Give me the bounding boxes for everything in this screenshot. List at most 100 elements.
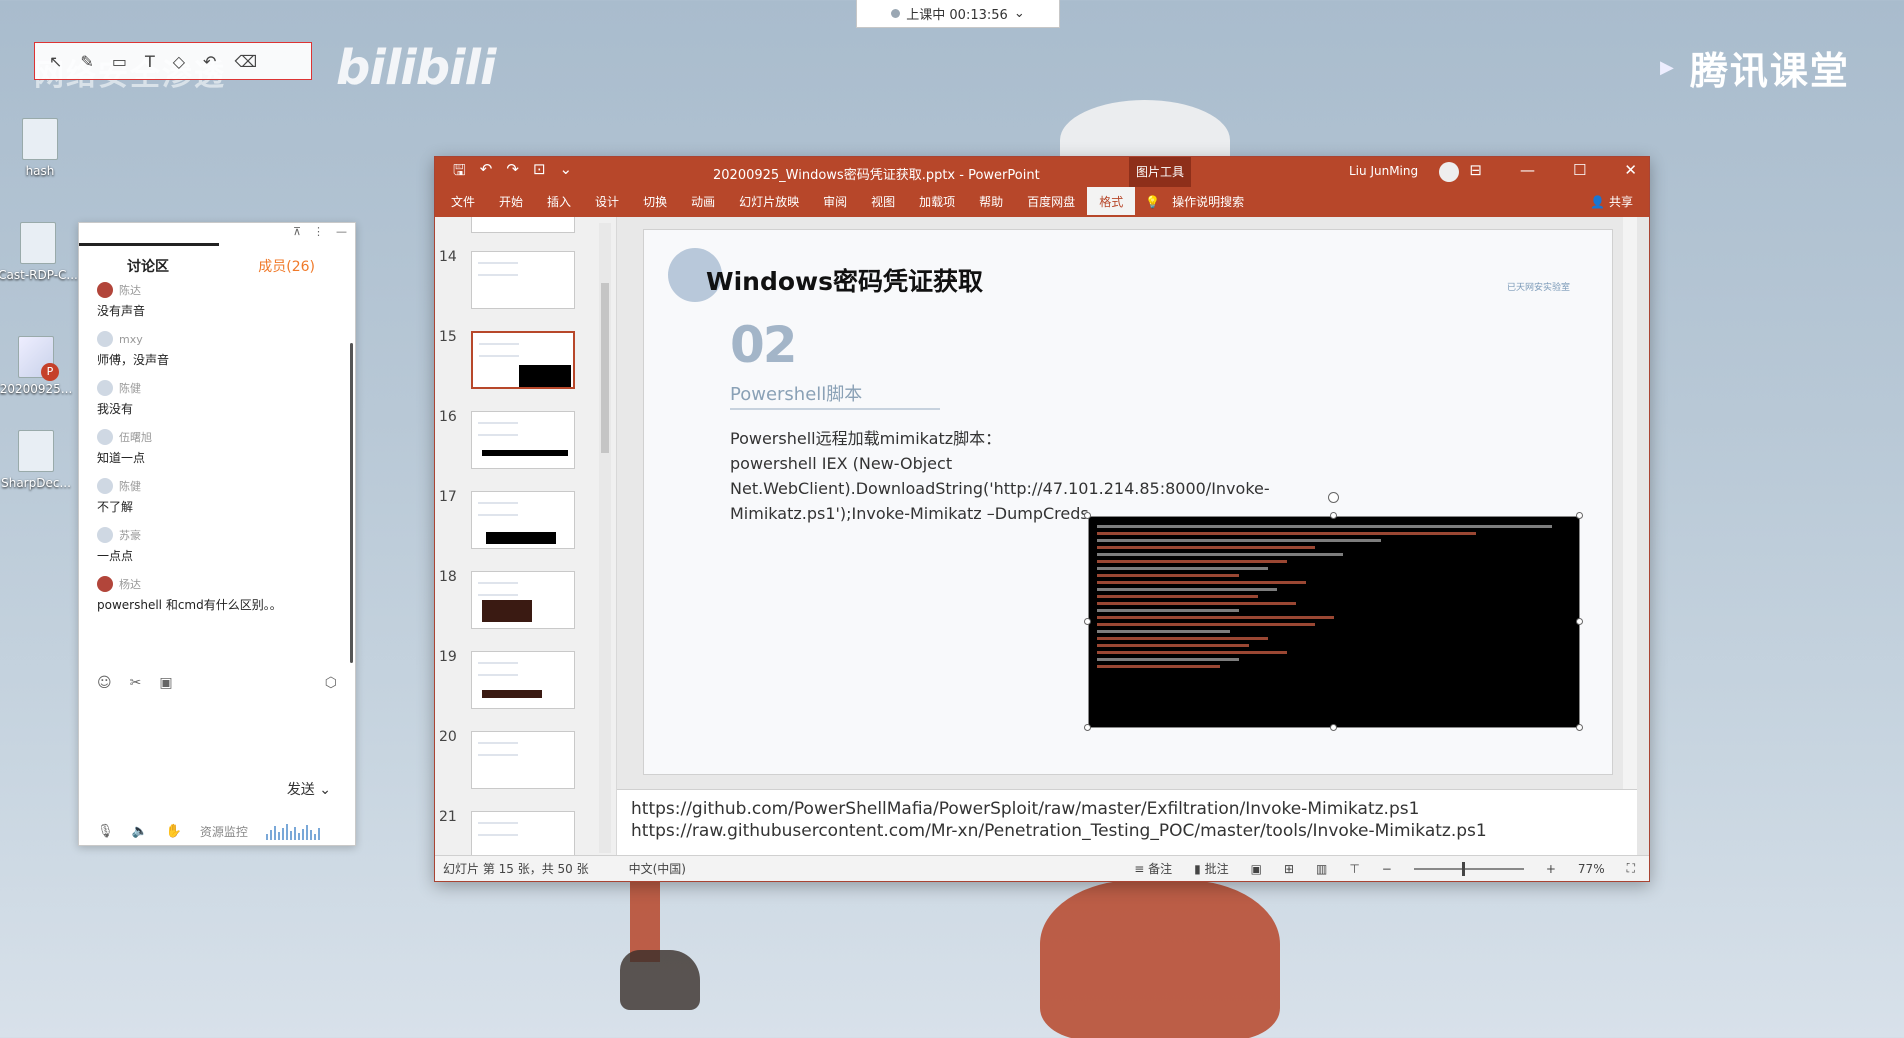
tab-animations[interactable]: 动画 <box>679 187 727 217</box>
maximize-icon[interactable]: ☐ <box>1573 161 1586 179</box>
reading-view-icon[interactable]: ▥ <box>1316 862 1327 876</box>
hand-icon[interactable]: ✋ <box>166 824 182 839</box>
picture-tools-tab[interactable]: 图片工具 <box>1129 157 1191 187</box>
resize-handle[interactable] <box>1576 724 1583 731</box>
slide-thumbnail[interactable]: 20 <box>435 729 605 795</box>
section-number[interactable]: 02 <box>730 316 798 374</box>
tab-slideshow[interactable]: 幻灯片放映 <box>727 187 811 217</box>
slide-thumbnail[interactable]: 21 <box>435 809 605 855</box>
scissors-icon[interactable]: ✂ <box>130 675 142 691</box>
terminal-screenshot-image[interactable] <box>1088 516 1580 728</box>
minimize-icon[interactable]: — <box>1520 161 1535 179</box>
tab-transitions[interactable]: 切换 <box>631 187 679 217</box>
chat-scrollbar[interactable] <box>350 343 353 663</box>
slide-body-text[interactable]: Powershell远程加载mimikatz脚本： powershell IEX… <box>730 426 1490 526</box>
normal-view-icon[interactable]: ▣ <box>1251 862 1262 876</box>
tab-file[interactable]: 文件 <box>439 187 487 217</box>
emoji-icon[interactable]: ☺ <box>97 675 112 691</box>
message-text: 知道一点 <box>97 451 146 465</box>
customize-icon[interactable]: ⌄ <box>560 160 573 185</box>
delete-icon[interactable]: ⌫ <box>234 52 257 71</box>
pen-icon[interactable]: ✎ <box>80 52 93 71</box>
class-timer[interactable]: 上课中 00:13:56 ⌄ <box>856 0 1060 28</box>
slide-sorter-icon[interactable]: ⊞ <box>1284 862 1294 876</box>
avatar[interactable] <box>1439 162 1459 182</box>
resize-handle[interactable] <box>1084 512 1091 519</box>
settings-icon[interactable]: ⬡ <box>325 675 337 691</box>
editor-scrollbar[interactable] <box>1623 217 1637 789</box>
slide-thumbnail-selected[interactable]: 15 <box>435 329 605 395</box>
slide-thumbnail[interactable]: 14 <box>435 249 605 315</box>
rotate-handle[interactable] <box>1328 492 1339 503</box>
image-icon[interactable]: ▣ <box>159 675 172 691</box>
comments-button[interactable]: ▮ 批注 <box>1194 860 1228 877</box>
desktop-icon-rdp[interactable]: Cast-RDP-C... <box>0 222 78 282</box>
tab-view[interactable]: 视图 <box>859 187 907 217</box>
desktop-icon-pptx[interactable]: 20200925... <box>0 336 76 396</box>
slide-thumbnail[interactable] <box>435 217 605 239</box>
tab-discussion[interactable]: 讨论区 <box>127 256 169 276</box>
tab-design[interactable]: 设计 <box>583 187 631 217</box>
chevron-down-icon[interactable]: ⌄ <box>319 782 331 798</box>
tab-home[interactable]: 开始 <box>487 187 535 217</box>
resize-handle[interactable] <box>1330 724 1337 731</box>
slide-thumbnail[interactable]: 17 <box>435 489 605 555</box>
resize-handle[interactable] <box>1576 618 1583 625</box>
save-icon[interactable]: 🖫 <box>453 160 466 185</box>
slide-thumbnail[interactable]: 19 <box>435 649 605 715</box>
speaker-icon[interactable]: 🔈 <box>132 824 148 839</box>
message-item: 陈达 没有声音 <box>97 282 337 319</box>
minimize-icon[interactable]: — <box>336 225 347 241</box>
tab-help[interactable]: 帮助 <box>967 187 1015 217</box>
slide-thumbnail[interactable]: 18 <box>435 569 605 635</box>
language-indicator[interactable]: 中文(中国) <box>629 860 686 877</box>
ribbon-display-icon[interactable]: ⊟ <box>1469 161 1482 179</box>
thumbnail-scrollbar[interactable] <box>599 223 611 853</box>
tab-insert[interactable]: 插入 <box>535 187 583 217</box>
fit-slide-icon[interactable]: ⛶ <box>1627 861 1635 876</box>
resize-handle[interactable] <box>1084 618 1091 625</box>
slide-thumbnail[interactable]: 16 <box>435 409 605 475</box>
notes-button[interactable]: ≡ 备注 <box>1134 860 1172 877</box>
resize-handle[interactable] <box>1084 724 1091 731</box>
resize-handle[interactable] <box>1576 512 1583 519</box>
pin-icon[interactable]: ⊼ <box>293 225 301 241</box>
tell-me-search[interactable]: 操作说明搜索 <box>1160 187 1256 217</box>
more-icon[interactable]: ⋮ <box>313 225 324 241</box>
eraser-icon[interactable]: ◇ <box>173 52 185 71</box>
lightbulb-icon: 💡 <box>1145 195 1161 209</box>
tab-format[interactable]: 格式 <box>1087 187 1136 217</box>
redo-icon[interactable]: ↷ <box>506 160 519 185</box>
slideshow-icon[interactable]: ⊤ <box>1349 862 1359 876</box>
zoom-out-icon[interactable]: − <box>1382 862 1392 876</box>
slide-number: 20 <box>439 729 457 745</box>
microphone-icon[interactable]: 🎙 <box>97 824 114 839</box>
avatar <box>97 380 113 396</box>
undo-icon[interactable]: ↶ <box>480 160 493 185</box>
notes-pane[interactable]: https://github.com/PowerShellMafia/Power… <box>617 789 1637 855</box>
close-icon[interactable]: ✕ <box>1624 161 1637 179</box>
zoom-in-icon[interactable]: + <box>1546 862 1556 876</box>
tab-review[interactable]: 审阅 <box>811 187 859 217</box>
zoom-level[interactable]: 77% <box>1578 862 1605 876</box>
pointer-icon[interactable]: ↖ <box>49 52 62 71</box>
section-subtitle[interactable]: Powershell脚本 <box>730 380 862 406</box>
text-icon[interactable]: T <box>145 52 155 71</box>
rectangle-icon[interactable]: ▭ <box>112 52 127 71</box>
desktop-icon-sharpdec[interactable]: SharpDec... <box>0 430 76 490</box>
tab-members[interactable]: 成员(26) <box>258 256 315 276</box>
tab-addins[interactable]: 加载项 <box>907 187 967 217</box>
undo-icon[interactable]: ↶ <box>203 52 216 71</box>
avatar <box>97 331 113 347</box>
user-name[interactable]: Liu JunMing <box>1349 164 1418 178</box>
tab-baidu[interactable]: 百度网盘 <box>1015 187 1087 217</box>
resize-handle[interactable] <box>1330 512 1337 519</box>
slide-title[interactable]: Windows密码凭证获取 <box>706 262 983 298</box>
share-button[interactable]: 👤 共享 <box>1590 187 1633 217</box>
desktop-icon-hash[interactable]: hash <box>0 118 80 178</box>
slide-canvas[interactable]: Windows密码凭证获取 已天网安实验室 02 Powershell脚本 Po… <box>643 229 1613 775</box>
send-button[interactable]: 发送 ⌄ <box>287 779 331 799</box>
resource-monitor-label[interactable]: 资源监控 <box>200 823 248 840</box>
zoom-slider[interactable] <box>1413 861 1524 876</box>
present-icon[interactable]: ⊡ <box>533 160 546 185</box>
